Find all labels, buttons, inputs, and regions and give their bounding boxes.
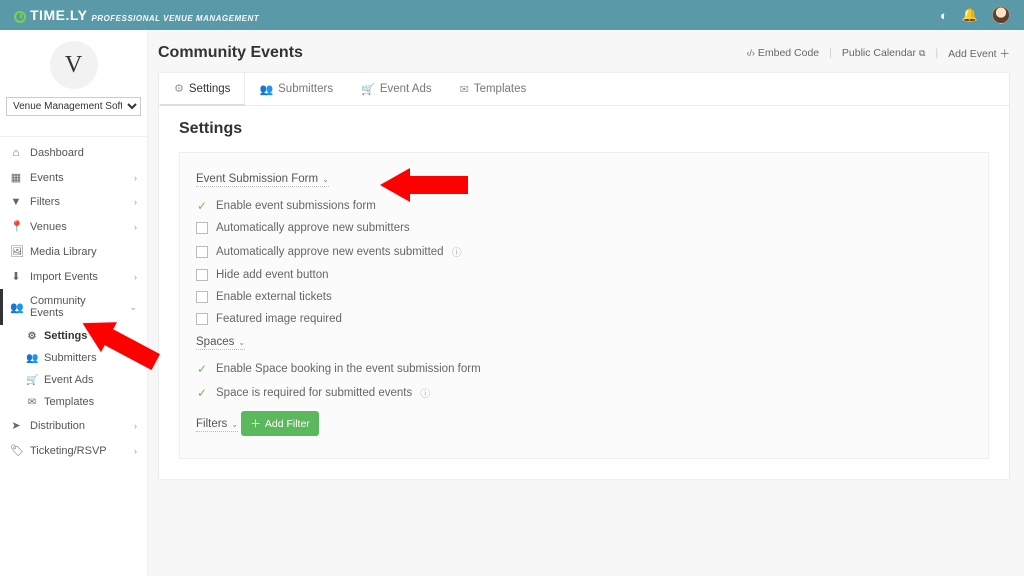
nav-dashboard[interactable]: ⌂Dashboard (0, 141, 147, 165)
code-icon: ‹/› (746, 48, 755, 58)
plus-icon: ＋ (250, 416, 261, 431)
bell-icon[interactable]: 🔔 (962, 7, 978, 23)
subnav-eventads[interactable]: 🛒Event Ads (26, 369, 147, 391)
chevron-right-icon: › (134, 446, 137, 456)
chevron-right-icon: › (134, 421, 137, 431)
chevron-down-icon: ⌄ (129, 302, 137, 313)
top-icons: ◐ 🔔 (940, 6, 1010, 24)
opt-space-booking[interactable]: ✓Enable Space booking in the event submi… (196, 358, 972, 380)
users-icon: 👥 (10, 301, 22, 314)
opt-auto-approve-submitters[interactable]: Automatically approve new submitters (196, 217, 972, 239)
add-filter-button[interactable]: ＋Add Filter (241, 411, 318, 436)
sliders-icon: ⚙ (26, 331, 38, 342)
embed-code-link[interactable]: ‹/› Embed Code (746, 47, 819, 59)
opt-featured-image-req[interactable]: Featured image required (196, 308, 972, 330)
nav-distribution[interactable]: ➤Distribution› (0, 413, 147, 438)
users-icon: 👥 (26, 353, 38, 364)
calendar-icon: ▦ (10, 171, 22, 184)
check-icon: ✓ (196, 200, 208, 212)
tab-settings[interactable]: ⚙Settings (159, 73, 245, 106)
sidebar: V Venue Management Software ⌂Dashboard ▦… (0, 30, 148, 576)
home-icon: ⌂ (10, 147, 22, 159)
image-icon: 🖼 (10, 245, 22, 258)
nav-community[interactable]: 👥Community Events⌄ (0, 289, 147, 325)
filter-icon: ▼ (10, 196, 22, 208)
support-icon[interactable]: ◐ (940, 8, 948, 23)
top-bar: TIME.LY PROFESSIONAL VENUE MANAGEMENT ◐ … (0, 0, 1024, 30)
mail-icon: ✉ (26, 397, 38, 408)
opt-space-required[interactable]: ✓Space is required for submitted events … (196, 380, 972, 405)
settings-form: Event Submission Form⌄ ✓Enable event sub… (179, 152, 989, 459)
info-icon[interactable]: ⓘ (452, 244, 462, 259)
opt-enable-submissions[interactable]: ✓Enable event submissions form (196, 195, 972, 217)
subnav-settings[interactable]: ⚙Settings (26, 325, 147, 347)
settings-heading: Settings (179, 120, 989, 138)
plus-icon: ＋ (1000, 48, 1011, 60)
tag-icon: 🏷 (10, 444, 22, 457)
nav-venues[interactable]: 📍Venues› (0, 214, 147, 239)
checkbox-empty-icon (196, 246, 208, 258)
panel: ⚙Settings 👥Submitters 🛒Event Ads ✉Templa… (158, 72, 1010, 480)
nav-ticketing[interactable]: 🏷Ticketing/RSVP› (0, 438, 147, 463)
chevron-right-icon: › (134, 197, 137, 207)
section-event-submission[interactable]: Event Submission Form⌄ (196, 173, 329, 187)
page-title: Community Events (158, 44, 303, 62)
chevron-down-icon: ⌄ (238, 338, 245, 347)
venue-select[interactable]: Venue Management Software (6, 97, 141, 116)
gear-icon: ⚙ (174, 82, 184, 95)
org-avatar: V (50, 41, 98, 89)
mail-icon: ✉ (460, 83, 469, 96)
chevron-down-icon: ⌄ (231, 420, 238, 429)
chevron-right-icon: › (134, 222, 137, 232)
nav-import[interactable]: ⬇Import Events› (0, 264, 147, 289)
external-icon: ⧉ (919, 48, 925, 58)
users-icon: 👥 (259, 83, 273, 96)
check-icon: ✓ (196, 363, 208, 375)
tab-bar: ⚙Settings 👥Submitters 🛒Event Ads ✉Templa… (159, 73, 1009, 106)
section-filters[interactable]: Filters⌄ (196, 418, 238, 432)
chevron-down-icon: ⌄ (322, 175, 329, 184)
nav-community-sub: ⚙Settings 👥Submitters 🛒Event Ads ✉Templa… (0, 325, 147, 413)
main-content: Community Events ‹/› Embed Code | Public… (148, 30, 1024, 576)
subnav-submitters[interactable]: 👥Submitters (26, 347, 147, 369)
clock-icon (14, 11, 26, 23)
chevron-right-icon: › (134, 173, 137, 183)
tab-eventads[interactable]: 🛒Event Ads (347, 73, 446, 105)
pin-icon: 📍 (10, 220, 22, 233)
subnav-templates[interactable]: ✉Templates (26, 391, 147, 413)
sidebar-nav: ⌂Dashboard ▦Events› ▼Filters› 📍Venues› 🖼… (0, 137, 147, 463)
public-calendar-link[interactable]: Public Calendar ⧉ (842, 47, 926, 59)
user-avatar[interactable] (992, 6, 1010, 24)
nav-events[interactable]: ▦Events› (0, 165, 147, 190)
check-icon: ✓ (196, 387, 208, 399)
chevron-right-icon: › (134, 272, 137, 282)
checkbox-empty-icon (196, 313, 208, 325)
brand-tagline: PROFESSIONAL VENUE MANAGEMENT (91, 14, 259, 23)
opt-external-tickets[interactable]: Enable external tickets (196, 286, 972, 308)
nav-media[interactable]: 🖼Media Library (0, 239, 147, 264)
info-icon[interactable]: ⓘ (420, 385, 430, 400)
nav-filters[interactable]: ▼Filters› (0, 190, 147, 214)
section-spaces[interactable]: Spaces⌄ (196, 336, 245, 350)
download-icon: ⬇ (10, 270, 22, 283)
checkbox-empty-icon (196, 222, 208, 234)
add-event-link[interactable]: Add Event ＋ (948, 46, 1010, 61)
send-icon: ➤ (10, 419, 22, 432)
cart-icon: 🛒 (361, 83, 375, 96)
checkbox-empty-icon (196, 291, 208, 303)
brand-logo: TIME.LY (14, 7, 87, 23)
tab-templates[interactable]: ✉Templates (446, 73, 541, 105)
opt-hide-add-event[interactable]: Hide add event button (196, 264, 972, 286)
page-actions: ‹/› Embed Code | Public Calendar ⧉ | Add… (746, 46, 1010, 61)
brand: TIME.LY PROFESSIONAL VENUE MANAGEMENT (14, 7, 259, 23)
tab-submitters[interactable]: 👥Submitters (245, 73, 347, 105)
cart-icon: 🛒 (26, 375, 38, 386)
checkbox-empty-icon (196, 269, 208, 281)
opt-auto-approve-events[interactable]: Automatically approve new events submitt… (196, 239, 972, 264)
